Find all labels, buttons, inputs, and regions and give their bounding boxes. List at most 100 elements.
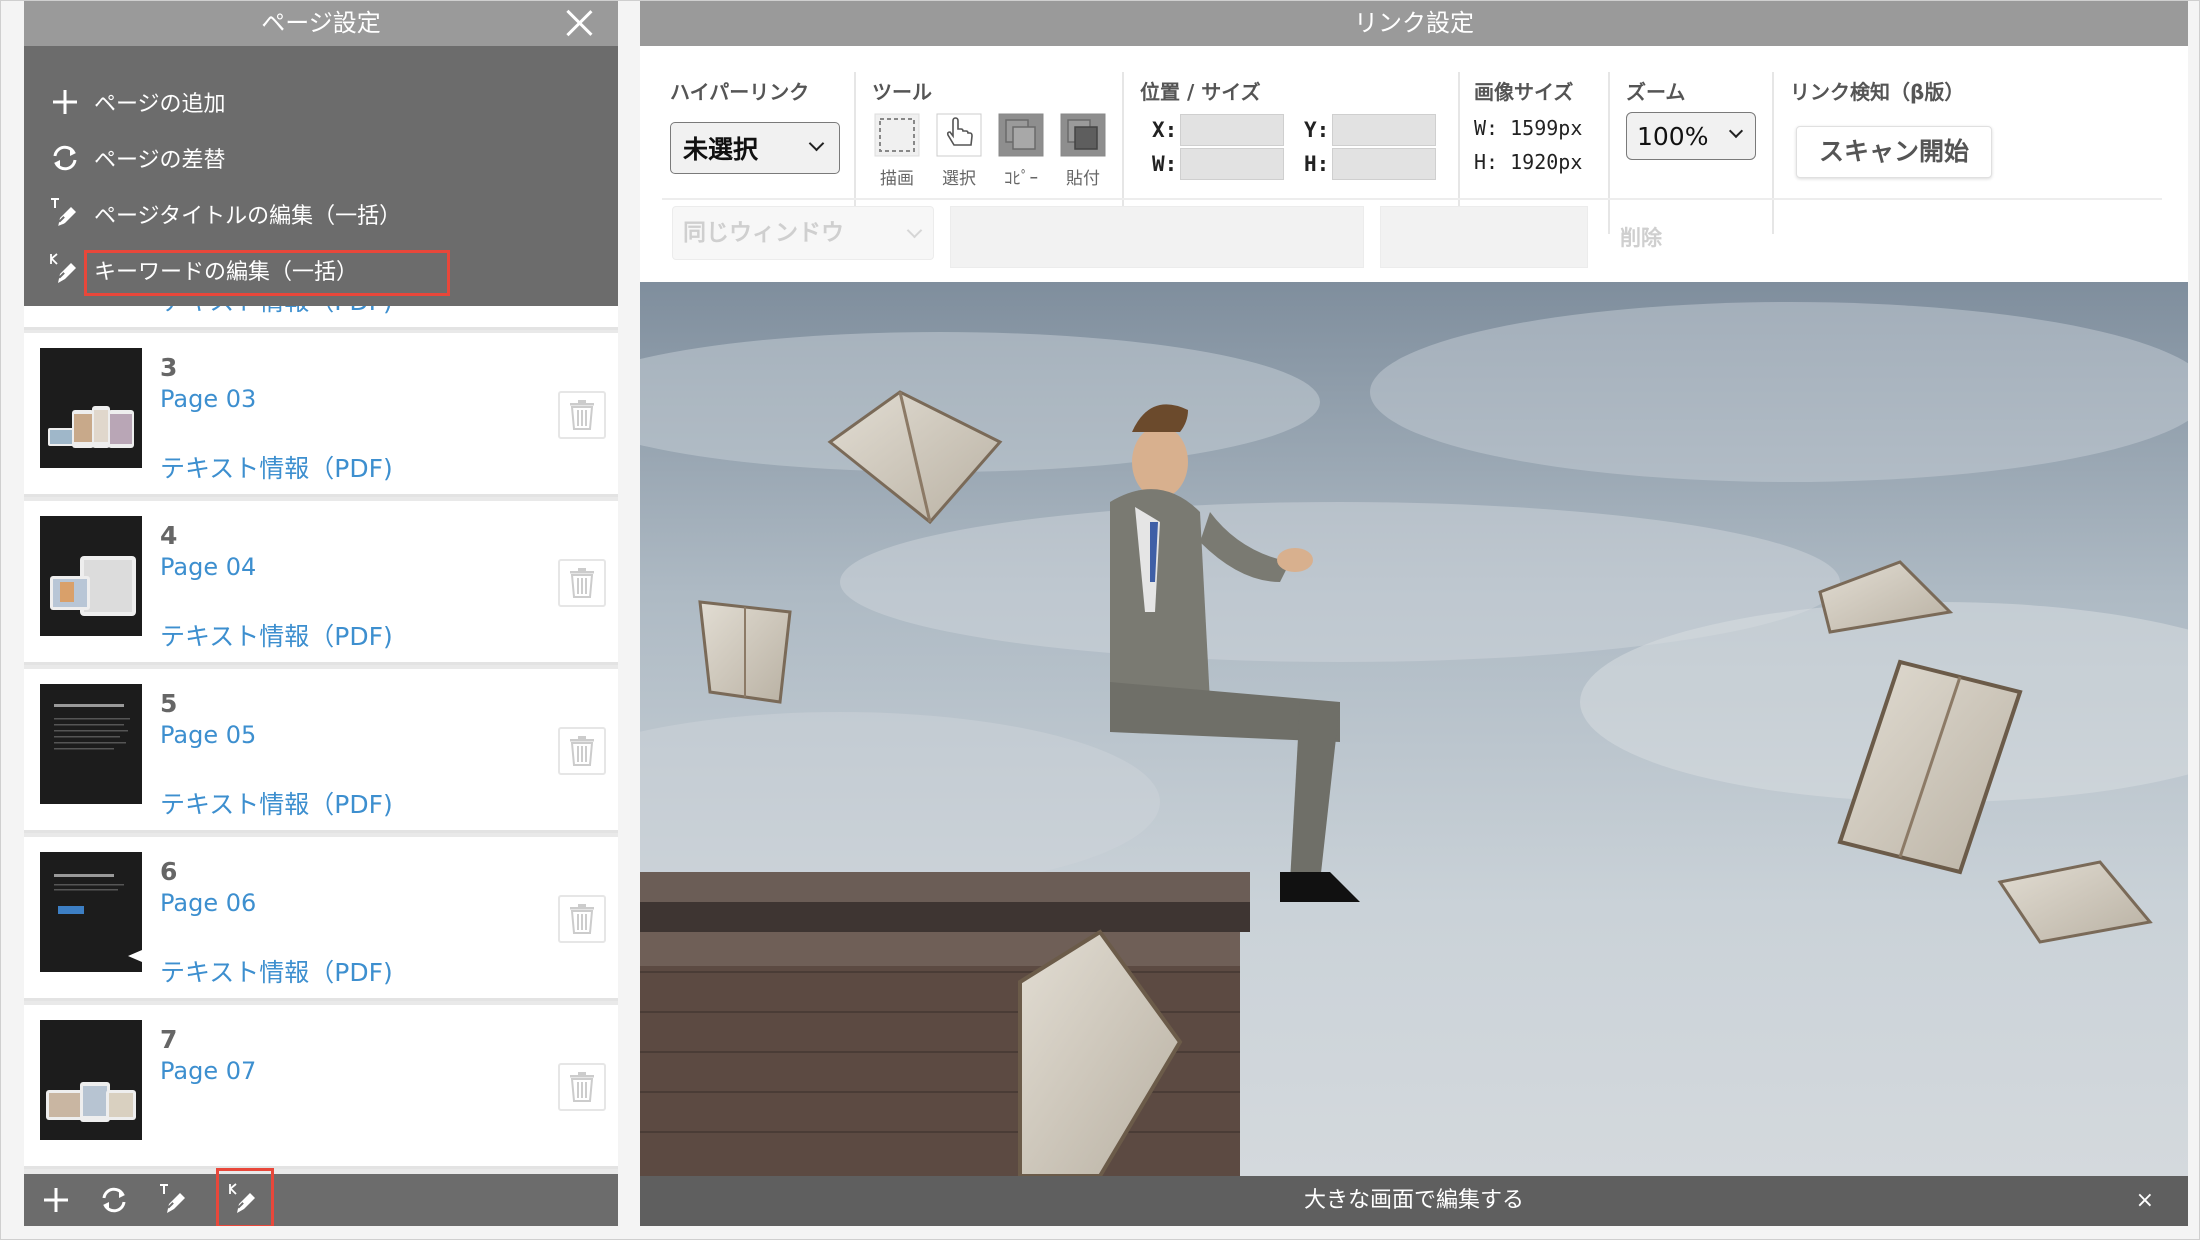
image-size-title: 画像サイズ [1474,80,1574,104]
x-input[interactable] [1180,114,1284,146]
page-list: テキスト情報（PDF) 3 Page 03 テキスト情報（PDF) [24,240,618,1174]
chevron-down-icon [808,135,825,152]
w-input[interactable] [1180,148,1284,180]
page-title[interactable]: Page 07 [160,1057,256,1085]
page-image [640,282,2188,1176]
tools-title: ツール [872,80,932,104]
plus-icon [48,85,82,119]
page-thumbnail[interactable] [40,1020,142,1140]
text-info-link[interactable]: テキスト情報（PDF) [160,617,393,653]
open-large-editor-bar[interactable]: 大きな画面で編集する × [640,1176,2188,1226]
refresh-icon [48,141,82,175]
close-icon[interactable]: × [2136,1176,2154,1226]
open-large-editor-label: 大きな画面で編集する [1303,1188,1524,1213]
tool-label-draw: 描画 [880,169,914,189]
chevron-down-icon [1728,123,1744,139]
image-height-value: H: 1920px [1474,150,1583,174]
refresh-icon[interactable] [96,1182,132,1218]
highlight-box [84,250,450,296]
page-settings-title: ページ設定 [261,9,381,37]
close-icon[interactable] [564,8,594,38]
text-info-link[interactable]: テキスト情報（PDF) [160,785,393,821]
tool-label-paste: 貼付 [1066,169,1100,189]
list-item[interactable]: 5 Page 05 テキスト情報（PDF) [24,669,618,833]
link-toolbar: ハイパーリンク 未選択 ツール 描画 選択 ｺﾋﾟｰ 貼付 位置 / サイズ X… [640,46,2188,282]
link-settings-title: リンク設定 [1354,9,1474,37]
w-label: W: [1152,152,1178,176]
menu-item-edit-titles[interactable]: ページタイトルの編集（一括） [24,186,618,242]
page-number: 3 [160,353,178,382]
zoom-title: ズーム [1626,80,1686,104]
hyperlink-select[interactable]: 未選択 [670,122,840,174]
plus-icon[interactable] [38,1182,74,1218]
menu-item-label: ページの差替 [94,148,226,173]
link-settings-panel: リンク設定 ハイパーリンク 未選択 ツール 描画 選択 ｺﾋﾟｰ 貼付 位置 /… [640,0,2188,1226]
trash-icon[interactable] [558,559,606,607]
target-window-select[interactable]: 同じウィンドウ [672,206,934,260]
menu-item-edit-keywords[interactable]: キーワードの編集（一括） [24,242,618,298]
text-info-link[interactable]: テキスト情報（PDF) [160,449,393,485]
menu-item-add-page[interactable]: ページの追加 [24,74,618,130]
page-number: 6 [160,857,178,886]
y-input[interactable] [1332,114,1436,146]
zoom-select[interactable]: 100% [1626,112,1756,160]
tool-label-copy: ｺﾋﾟｰ [1004,169,1038,189]
link-title-input[interactable] [1380,206,1588,268]
divider [662,198,2162,200]
trash-icon[interactable] [558,1063,606,1111]
list-item[interactable]: 7 Page 07 [24,1005,618,1169]
image-width-value: W: 1599px [1474,116,1583,140]
list-item[interactable]: 3 Page 03 テキスト情報（PDF) [24,333,618,497]
position-size-title: 位置 / サイズ [1140,80,1261,104]
delete-button[interactable]: 削除 [1620,222,1662,252]
menu-item-label: ページタイトルの編集（一括） [94,204,402,229]
title-edit-icon[interactable] [156,1182,192,1218]
h-label: H: [1304,152,1330,176]
x-label: X: [1152,118,1178,142]
page-number: 7 [160,1025,178,1054]
highlight-box [216,1168,274,1226]
zoom-value: 100% [1637,121,1709,151]
tool-label-select: 選択 [942,169,976,189]
scan-start-button[interactable]: スキャン開始 [1796,126,1992,178]
menu-item-label: ページの追加 [94,92,226,117]
trash-icon[interactable] [558,727,606,775]
hand-pointer-icon[interactable] [934,112,984,158]
hyperlink-title: ハイパーリンク [670,80,810,104]
link-settings-header: リンク設定 [640,0,2188,46]
text-info-link[interactable]: テキスト情報（PDF) [160,953,393,989]
trash-icon[interactable] [558,895,606,943]
link-detect-title: リンク検知（β版） [1790,80,1965,104]
page-number: 4 [160,521,178,550]
draw-rect-icon[interactable] [872,112,922,158]
trash-icon[interactable] [558,391,606,439]
page-title[interactable]: Page 03 [160,385,256,413]
divider [1772,72,1774,234]
page-settings-toolbar [24,1168,618,1226]
page-thumbnail[interactable] [40,684,142,804]
menu-item-replace-page[interactable]: ページの差替 [24,130,618,186]
page-thumbnail[interactable] [40,516,142,636]
copy-icon[interactable] [996,112,1046,158]
page-title[interactable]: Page 06 [160,889,256,917]
chevron-down-icon [906,222,923,239]
title-edit-icon [48,197,82,231]
page-title[interactable]: Page 04 [160,553,256,581]
page-thumbnail[interactable] [40,852,142,972]
keyword-edit-icon [48,253,82,287]
y-label: Y: [1304,118,1330,142]
link-url-input[interactable] [950,206,1364,268]
page-settings-panel: ページ設定 テキスト情報（PDF) 3 Page 03 テ [24,0,618,1226]
paste-icon[interactable] [1058,112,1108,158]
page-title[interactable]: Page 05 [160,721,256,749]
page-image-canvas[interactable] [640,282,2188,1176]
divider [1608,72,1610,234]
page-settings-menu: ページの追加 ページの差替 ページタイトルの編集（一括） キーワードの編集（一括… [24,46,618,306]
page-thumbnail[interactable] [40,348,142,468]
list-item[interactable]: 6 Page 06 テキスト情報（PDF) [24,837,618,1001]
hyperlink-value: 未選択 [683,135,759,164]
target-window-value: 同じウィンドウ [683,220,844,246]
list-item[interactable]: 4 Page 04 テキスト情報（PDF) [24,501,618,665]
h-input[interactable] [1332,148,1436,180]
page-settings-header: ページ設定 [24,0,618,46]
